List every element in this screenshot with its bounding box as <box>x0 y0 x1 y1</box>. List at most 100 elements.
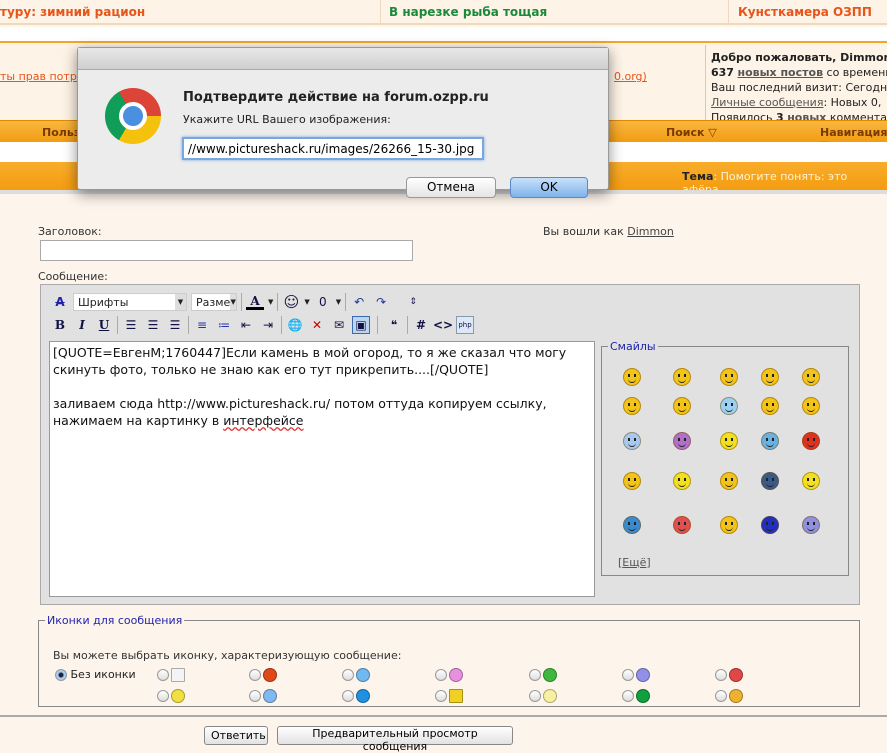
post-icon-option[interactable] <box>249 689 277 703</box>
smiley-dance-icon[interactable] <box>673 472 691 490</box>
smiley-question-icon[interactable] <box>720 472 738 490</box>
top-link[interactable]: туру: зимний рацион <box>0 5 145 19</box>
post-icon-option[interactable] <box>529 668 557 682</box>
top-link[interactable]: Кунсткамера ОЗПП <box>738 5 872 19</box>
message-textarea[interactable]: [QUOTE=ЕвгенМ;1760447]Если камень в мой … <box>49 341 595 597</box>
indent-icon[interactable]: ⇥ <box>259 316 277 334</box>
smiley-rolleyes-icon[interactable] <box>760 397 779 415</box>
post-icon-none[interactable]: Без иконки <box>55 668 136 681</box>
unlink-icon[interactable]: ✕ <box>308 316 326 334</box>
italic-icon[interactable]: I <box>73 316 91 334</box>
smiley-cool-icon[interactable] <box>801 397 820 415</box>
radio[interactable] <box>622 690 634 702</box>
align-center-icon[interactable]: ☰ <box>144 316 162 334</box>
radio[interactable] <box>249 690 261 702</box>
top-link[interactable]: В нарезке рыба тощая <box>389 5 547 19</box>
smiley-cold-icon[interactable] <box>720 397 738 415</box>
radio[interactable] <box>157 669 169 681</box>
quote-icon[interactable]: ❝ <box>385 316 403 334</box>
smiley-ninja-icon[interactable] <box>760 516 779 534</box>
php-icon[interactable]: php <box>456 316 474 334</box>
radio[interactable] <box>715 669 727 681</box>
pm-link[interactable]: Личные сообщения <box>711 96 823 109</box>
smiley-eek-icon[interactable] <box>801 368 820 386</box>
radio[interactable] <box>715 690 727 702</box>
radio[interactable] <box>529 690 541 702</box>
smiley-heart-icon[interactable] <box>801 432 820 450</box>
smiley-wink-icon[interactable] <box>720 368 738 386</box>
redo-icon[interactable]: ↷ <box>372 293 390 311</box>
link-icon[interactable]: 🌐 <box>286 316 304 334</box>
post-icon-option[interactable] <box>435 668 463 682</box>
font-select[interactable]: Шрифты ▼ <box>73 293 187 311</box>
new-posts-link[interactable]: новых постов <box>737 66 823 79</box>
post-icon-option[interactable] <box>157 668 185 682</box>
post-icon-option[interactable] <box>342 689 370 703</box>
remove-format-icon[interactable]: A <box>51 293 69 311</box>
align-left-icon[interactable]: ☰ <box>122 316 140 334</box>
post-icon-option[interactable] <box>529 689 557 703</box>
smiley-smile2-icon[interactable] <box>720 516 738 534</box>
ok-button[interactable]: OK <box>510 177 588 198</box>
radio[interactable] <box>435 669 447 681</box>
smiley-laugh-icon[interactable] <box>673 432 691 450</box>
radio[interactable] <box>342 690 354 702</box>
post-icon-option[interactable] <box>157 689 185 703</box>
info-link[interactable]: ты прав потр <box>0 70 77 83</box>
text-color-icon[interactable]: A <box>246 294 264 310</box>
smiley-tongue-icon[interactable] <box>673 368 691 386</box>
attachment-icon[interactable]: 0 <box>314 293 332 311</box>
post-icon-option[interactable] <box>622 689 650 703</box>
post-icon-option[interactable] <box>342 668 370 682</box>
image-url-input[interactable] <box>182 137 484 160</box>
title-input[interactable] <box>40 240 413 261</box>
smiley-confused-icon[interactable] <box>673 397 691 415</box>
smiley-bomb-icon[interactable] <box>760 472 779 490</box>
post-icon-option[interactable] <box>715 668 743 682</box>
smiley-sign-icon[interactable] <box>720 432 738 450</box>
smiley-red-icon[interactable] <box>673 516 691 534</box>
underline-icon[interactable]: U <box>95 316 113 334</box>
nav-users[interactable]: Польз <box>42 126 80 139</box>
radio[interactable] <box>55 669 67 681</box>
smiley-smile-icon[interactable] <box>623 397 641 415</box>
smiley-blue-icon[interactable] <box>760 432 779 450</box>
smiley-hang-icon[interactable] <box>801 472 820 490</box>
radio[interactable] <box>249 669 261 681</box>
smiley-biggrin-icon[interactable] <box>760 368 779 386</box>
info-link-right[interactable]: 0.org) <box>614 70 647 83</box>
radio[interactable] <box>529 669 541 681</box>
email-icon[interactable]: ✉ <box>330 316 348 334</box>
post-icon-option[interactable] <box>435 689 463 703</box>
reply-button[interactable]: Ответить <box>204 726 268 745</box>
nav-search[interactable]: Поиск ▽ <box>666 126 717 139</box>
more-smilies-link[interactable]: Ещё <box>622 556 646 569</box>
radio[interactable] <box>622 669 634 681</box>
radio[interactable] <box>157 690 169 702</box>
ordered-list-icon[interactable]: ≡ <box>193 316 211 334</box>
code-hash-icon[interactable]: # <box>412 316 430 334</box>
smiley-angel-icon[interactable] <box>623 516 641 534</box>
size-select[interactable]: Разме ▼ <box>191 293 237 311</box>
image-icon[interactable]: ▣ <box>352 316 370 334</box>
smiley-icon[interactable]: ☺ <box>282 293 300 311</box>
comments-link[interactable]: новых <box>787 111 826 120</box>
radio[interactable] <box>435 690 447 702</box>
smiley-grin-icon[interactable] <box>801 516 820 534</box>
logged-user-link[interactable]: Dimmon <box>627 225 674 238</box>
post-icon-option[interactable] <box>249 668 277 682</box>
resize-icon[interactable]: ⇕ <box>404 293 422 311</box>
radio[interactable] <box>342 669 354 681</box>
smiley-scared-icon[interactable] <box>623 432 641 450</box>
bold-icon[interactable]: B <box>51 316 69 334</box>
preview-button[interactable]: Предварительный просмотр сообщения <box>277 726 513 753</box>
smiley-angry-icon[interactable] <box>623 368 641 386</box>
unordered-list-icon[interactable]: ≔ <box>215 316 233 334</box>
html-icon[interactable]: <> <box>433 316 453 334</box>
undo-icon[interactable]: ↶ <box>350 293 368 311</box>
cancel-button[interactable]: Отмена <box>406 177 496 198</box>
outdent-icon[interactable]: ⇤ <box>237 316 255 334</box>
post-icon-option[interactable] <box>715 689 743 703</box>
align-right-icon[interactable]: ☰ <box>166 316 184 334</box>
post-icon-option[interactable] <box>622 668 650 682</box>
